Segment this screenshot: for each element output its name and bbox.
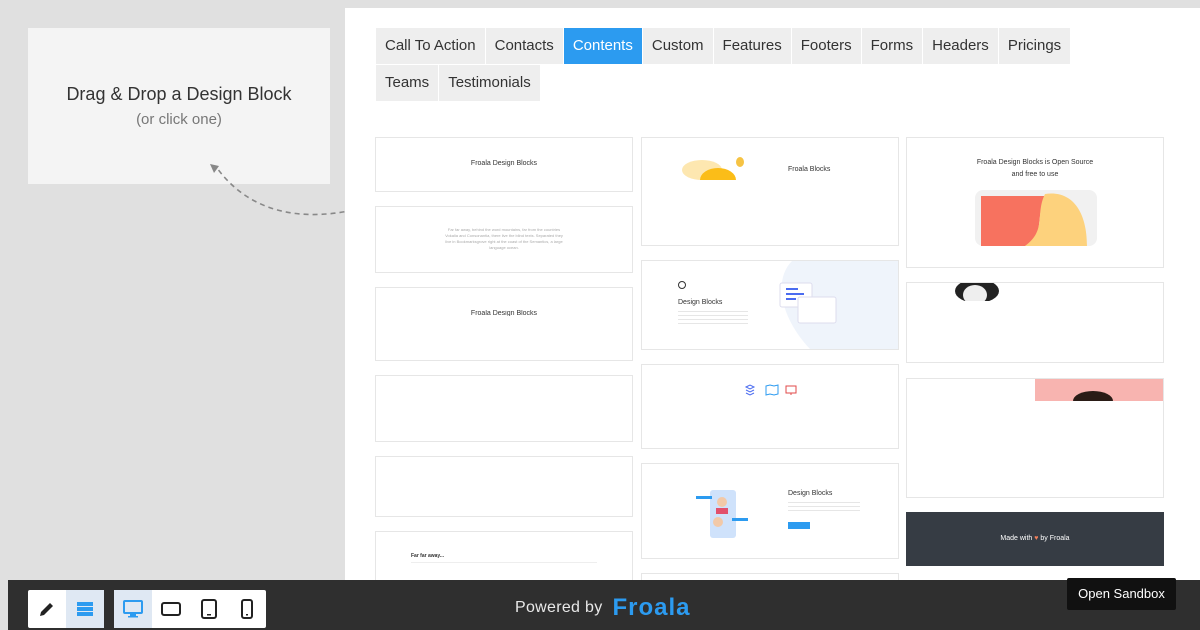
thumbnail-brand: Froala Blocks [788, 166, 831, 173]
tab-custom[interactable]: Custom [642, 28, 713, 64]
mode-switcher [28, 590, 104, 628]
block-thumbnail[interactable] [906, 282, 1164, 363]
device-illustration-icon [975, 190, 1097, 246]
thumbnail-text-lines [678, 311, 748, 325]
thumbnail-title: Froala Design Blocks [470, 310, 538, 316]
tab-call-to-action[interactable]: Call To Action [376, 28, 485, 64]
tab-forms[interactable]: Forms [861, 28, 923, 64]
block-thumbnail[interactable]: Froala Blocks [641, 137, 899, 246]
thumbnail-subheading: and free to use [1011, 171, 1059, 178]
tab-features[interactable]: Features [713, 28, 791, 64]
block-thumbnail[interactable] [375, 456, 633, 517]
drop-zone-title: Drag & Drop a Design Block [66, 84, 292, 104]
blocks-panel: Call To Action Contacts Contents Custom … [345, 8, 1200, 580]
feature-icons [744, 384, 797, 396]
block-thumbnail[interactable] [906, 378, 1164, 498]
tablet-icon[interactable] [190, 590, 228, 628]
chat-illustration-icon [696, 490, 748, 538]
powered-by-label: Powered by [515, 599, 603, 616]
froala-logo[interactable]: Froala [613, 594, 691, 622]
thumbnail-title: Froala Design Blocks [470, 160, 538, 167]
category-tabs: Call To Action Contacts Contents Custom … [376, 28, 1116, 101]
tab-contents[interactable]: Contents [563, 28, 642, 64]
thumbnail-paragraph: Far far away, behind the word mountains,… [445, 227, 563, 250]
curved-arrow-icon [210, 164, 363, 216]
tab-headers[interactable]: Headers [923, 28, 998, 64]
thumbnail-heading: Design Blocks [678, 299, 723, 306]
person-photo-icon [1035, 379, 1163, 401]
thumbnail-line [411, 562, 597, 563]
block-thumbnail[interactable]: Design Blocks [641, 260, 899, 350]
tablet-landscape-icon[interactable] [152, 590, 190, 628]
block-thumbnail[interactable]: Design Blocks [641, 463, 899, 559]
device-switcher [114, 590, 266, 628]
block-thumbnail[interactable]: Made with ♥ by Froala [906, 512, 1164, 566]
block-thumbnail[interactable] [641, 364, 899, 449]
block-thumbnail[interactable] [641, 573, 899, 580]
tab-teams[interactable]: Teams [376, 65, 439, 101]
block-thumbnail[interactable]: Froala Design Blocks is Open Source and … [906, 137, 1164, 268]
person-photo-icon [955, 283, 999, 301]
thumbnail-footer-text: Made with ♥ by Froala [1000, 535, 1070, 542]
illustration-icon [779, 261, 898, 349]
block-thumbnail[interactable]: Far far away... [375, 531, 633, 580]
open-sandbox-button[interactable]: Open Sandbox [1067, 578, 1176, 610]
bottom-toolbar: Powered by Froala [8, 580, 1200, 630]
pencil-icon[interactable] [28, 590, 66, 628]
powered-by: Powered by Froala [515, 594, 691, 622]
desktop-icon[interactable] [114, 590, 152, 628]
tab-testimonials[interactable]: Testimonials [439, 65, 540, 101]
thumbnail-heading: Froala Design Blocks is Open Source [976, 159, 1094, 166]
tab-pricings[interactable]: Pricings [998, 28, 1071, 64]
thumbnail-heading: Design Blocks [788, 490, 833, 497]
block-thumbnail[interactable]: Froala Design Blocks [375, 287, 633, 361]
github-icon [678, 281, 686, 289]
thumbnail-heading: Far far away... [411, 553, 444, 559]
thumbnail-button [788, 522, 810, 529]
tab-footers[interactable]: Footers [791, 28, 861, 64]
phone-icon[interactable] [228, 590, 266, 628]
heart-icon: ♥ [1034, 535, 1039, 542]
illustration-icon [682, 157, 744, 180]
blocks-list-icon[interactable] [66, 590, 104, 628]
drop-zone-subtitle: (or click one) [136, 111, 222, 128]
block-thumbnail[interactable] [375, 375, 633, 442]
tab-contacts[interactable]: Contacts [485, 28, 563, 64]
thumbnail-text-lines [788, 502, 860, 512]
block-thumbnail[interactable]: Froala Design Blocks [375, 137, 633, 192]
block-thumbnail[interactable]: Far far away, behind the word mountains,… [375, 206, 633, 273]
